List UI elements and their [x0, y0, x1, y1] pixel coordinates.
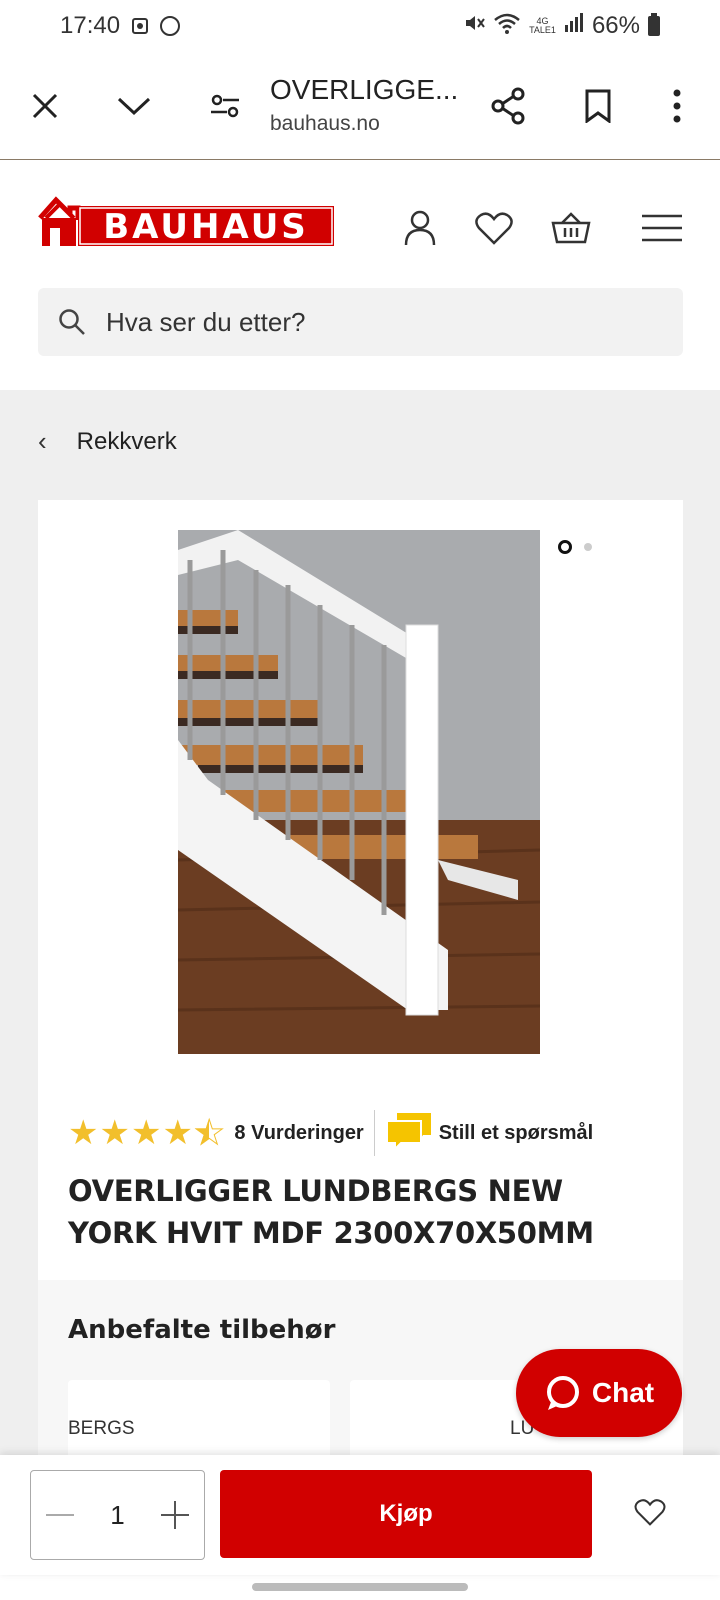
decrease-quantity-button[interactable] [45, 1500, 75, 1530]
network-type: 4G TALE1 [529, 16, 556, 35]
site-settings-button[interactable] [195, 52, 255, 160]
menu-button[interactable] [640, 206, 684, 250]
increase-quantity-button[interactable] [160, 1500, 190, 1530]
star-rating[interactable]: ★ ★ ★ ★ ★ [68, 1114, 225, 1152]
address-bar[interactable]: OVERLIGGE... bauhaus.no [270, 74, 458, 136]
carousel-dot-active[interactable] [558, 540, 572, 554]
status-bar: 17:40 4G TALE1 66% [0, 0, 720, 52]
chevron-left-icon: ‹ [38, 426, 47, 456]
half-star-icon: ★ [193, 1114, 225, 1152]
wishlist-button[interactable] [472, 206, 516, 250]
minus-icon [46, 1514, 74, 1516]
star-icon: ★ [99, 1114, 130, 1152]
user-icon [404, 210, 436, 246]
share-icon [491, 87, 525, 125]
image-carousel-dots[interactable] [558, 540, 592, 554]
buy-bar: 1 Kjøp [0, 1455, 720, 1575]
product-page: ‹ Rekkverk ★ ★ ★ ★ ★ 8 Vurderinger Still… [0, 390, 720, 1480]
chevron-down-icon [117, 97, 151, 116]
site-header: BAUHAUS Hva ser du etter? [0, 160, 720, 390]
collapse-button[interactable] [104, 52, 164, 160]
chat-button[interactable]: Chat [516, 1349, 682, 1437]
chat-bubble-icon [383, 1111, 435, 1156]
rating-row: ★ ★ ★ ★ ★ 8 Vurderinger Still et spørsmå… [68, 1110, 593, 1156]
search-bar[interactable]: Hva ser du etter? [38, 288, 683, 356]
share-button[interactable] [478, 52, 538, 160]
carousel-dot[interactable] [584, 543, 592, 551]
ask-question-link[interactable]: Still et spørsmål [439, 1122, 594, 1145]
product-title: OVERLIGGER LUNDBERGS NEW YORK HVIT MDF 2… [68, 1174, 594, 1250]
page-title: OVERLIGGE... [270, 74, 459, 105]
cart-button[interactable] [549, 206, 593, 250]
divider [373, 1110, 375, 1156]
accessory-label: BERGS [68, 1418, 135, 1439]
bookmark-icon [585, 89, 611, 123]
breadcrumb-label: Rekkverk [76, 427, 177, 455]
browser-toolbar: OVERLIGGE... bauhaus.no [0, 52, 720, 160]
gesture-navigation-handle[interactable] [252, 1583, 468, 1591]
chat-icon [546, 1376, 579, 1410]
star-icon: ★ [162, 1114, 193, 1152]
close-icon [32, 93, 58, 119]
accessories-title: Anbefalte tilbehør [68, 1315, 336, 1345]
product-image[interactable] [178, 530, 540, 1054]
more-vertical-icon [673, 89, 681, 123]
quantity-stepper: 1 [30, 1470, 205, 1560]
basket-icon [551, 212, 591, 244]
product-card: ★ ★ ★ ★ ★ 8 Vurderinger Still et spørsmå… [38, 500, 683, 1280]
close-tab-button[interactable] [15, 52, 75, 160]
page-domain: bauhaus.no [270, 112, 380, 135]
buy-button[interactable]: Kjøp [220, 1470, 592, 1558]
mute-icon [463, 12, 485, 41]
bauhaus-logo[interactable]: BAUHAUS [38, 188, 338, 250]
bookmark-button[interactable] [568, 52, 628, 160]
viber-notification-icon [160, 16, 181, 36]
hamburger-menu-icon [642, 214, 682, 242]
chat-label: Chat [591, 1377, 655, 1408]
heart-icon [634, 1499, 666, 1526]
camera-notification-icon [132, 18, 149, 34]
signal-icon [564, 12, 584, 40]
wifi-icon [493, 12, 521, 41]
account-button[interactable] [398, 206, 442, 250]
reviews-link[interactable]: 8 Vurderinger [234, 1122, 363, 1145]
battery-icon [648, 13, 660, 36]
search-icon [59, 309, 85, 335]
battery-percent: 66% [591, 12, 640, 39]
breadcrumb[interactable]: ‹ Rekkverk [38, 426, 177, 457]
star-icon: ★ [68, 1114, 99, 1152]
logo-wordmark: BAUHAUS [103, 207, 309, 247]
tune-icon [211, 94, 239, 118]
quantity-value[interactable]: 1 [110, 1500, 124, 1531]
heart-icon [475, 212, 513, 245]
star-icon: ★ [130, 1114, 162, 1152]
search-placeholder: Hva ser du etter? [106, 306, 306, 337]
add-to-wishlist-button[interactable] [628, 1490, 672, 1534]
more-options-button[interactable] [647, 52, 707, 160]
status-time: 17:40 [60, 12, 121, 39]
plus-icon [161, 1501, 189, 1529]
